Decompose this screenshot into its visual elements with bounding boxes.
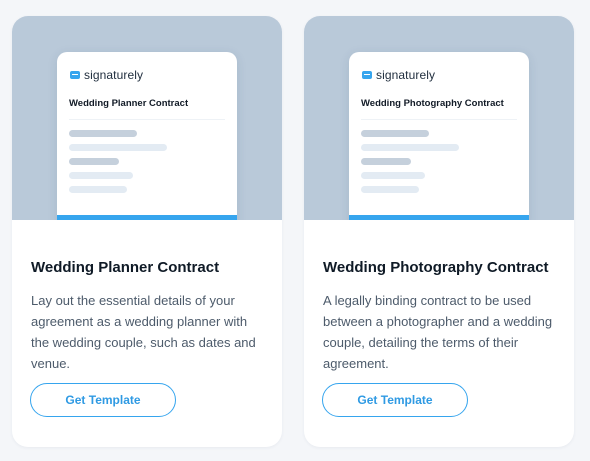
placeholder-line xyxy=(69,186,127,193)
card-body: Wedding Photography Contract A legally b… xyxy=(323,259,560,374)
card-title: Wedding Photography Contract xyxy=(323,259,549,276)
template-card-wedding-photography: signaturely Wedding Photography Contract… xyxy=(304,16,574,447)
placeholder-line xyxy=(361,186,419,193)
get-template-button[interactable]: Get Template xyxy=(322,383,468,417)
document-divider xyxy=(69,119,225,120)
get-template-button[interactable]: Get Template xyxy=(30,383,176,417)
placeholder-line xyxy=(69,158,119,165)
card-description: Lay out the essential details of your ag… xyxy=(31,293,256,371)
document-accent-bar xyxy=(349,215,529,220)
template-preview: signaturely Wedding Photography Contract xyxy=(304,16,574,220)
placeholder-line xyxy=(361,130,429,137)
doc-brand: signaturely xyxy=(70,68,143,82)
template-card-grid: signaturely Wedding Planner Contract Wed… xyxy=(0,0,590,461)
template-card-wedding-planner: signaturely Wedding Planner Contract Wed… xyxy=(12,16,282,447)
brand-name: signaturely xyxy=(376,68,436,82)
template-preview: signaturely Wedding Planner Contract xyxy=(12,16,282,220)
document-preview: signaturely Wedding Photography Contract xyxy=(349,52,529,220)
signaturely-logo-icon xyxy=(70,71,80,79)
placeholder-line xyxy=(69,172,133,179)
doc-brand: signaturely xyxy=(362,68,435,82)
card-title: Wedding Planner Contract xyxy=(31,259,220,276)
placeholder-line xyxy=(361,144,459,151)
placeholder-line xyxy=(69,130,137,137)
card-body: Wedding Planner Contract Lay out the ess… xyxy=(31,259,268,374)
placeholder-line xyxy=(361,158,411,165)
document-accent-bar xyxy=(57,215,237,220)
document-divider xyxy=(361,119,517,120)
document-preview: signaturely Wedding Planner Contract xyxy=(57,52,237,220)
document-preview-title: Wedding Photography Contract xyxy=(361,98,504,109)
document-preview-title: Wedding Planner Contract xyxy=(69,98,189,109)
placeholder-line xyxy=(69,144,167,151)
placeholder-line xyxy=(361,172,425,179)
signaturely-logo-icon xyxy=(362,71,372,79)
card-description: A legally binding contract to be used be… xyxy=(323,293,553,371)
brand-name: signaturely xyxy=(84,68,144,82)
